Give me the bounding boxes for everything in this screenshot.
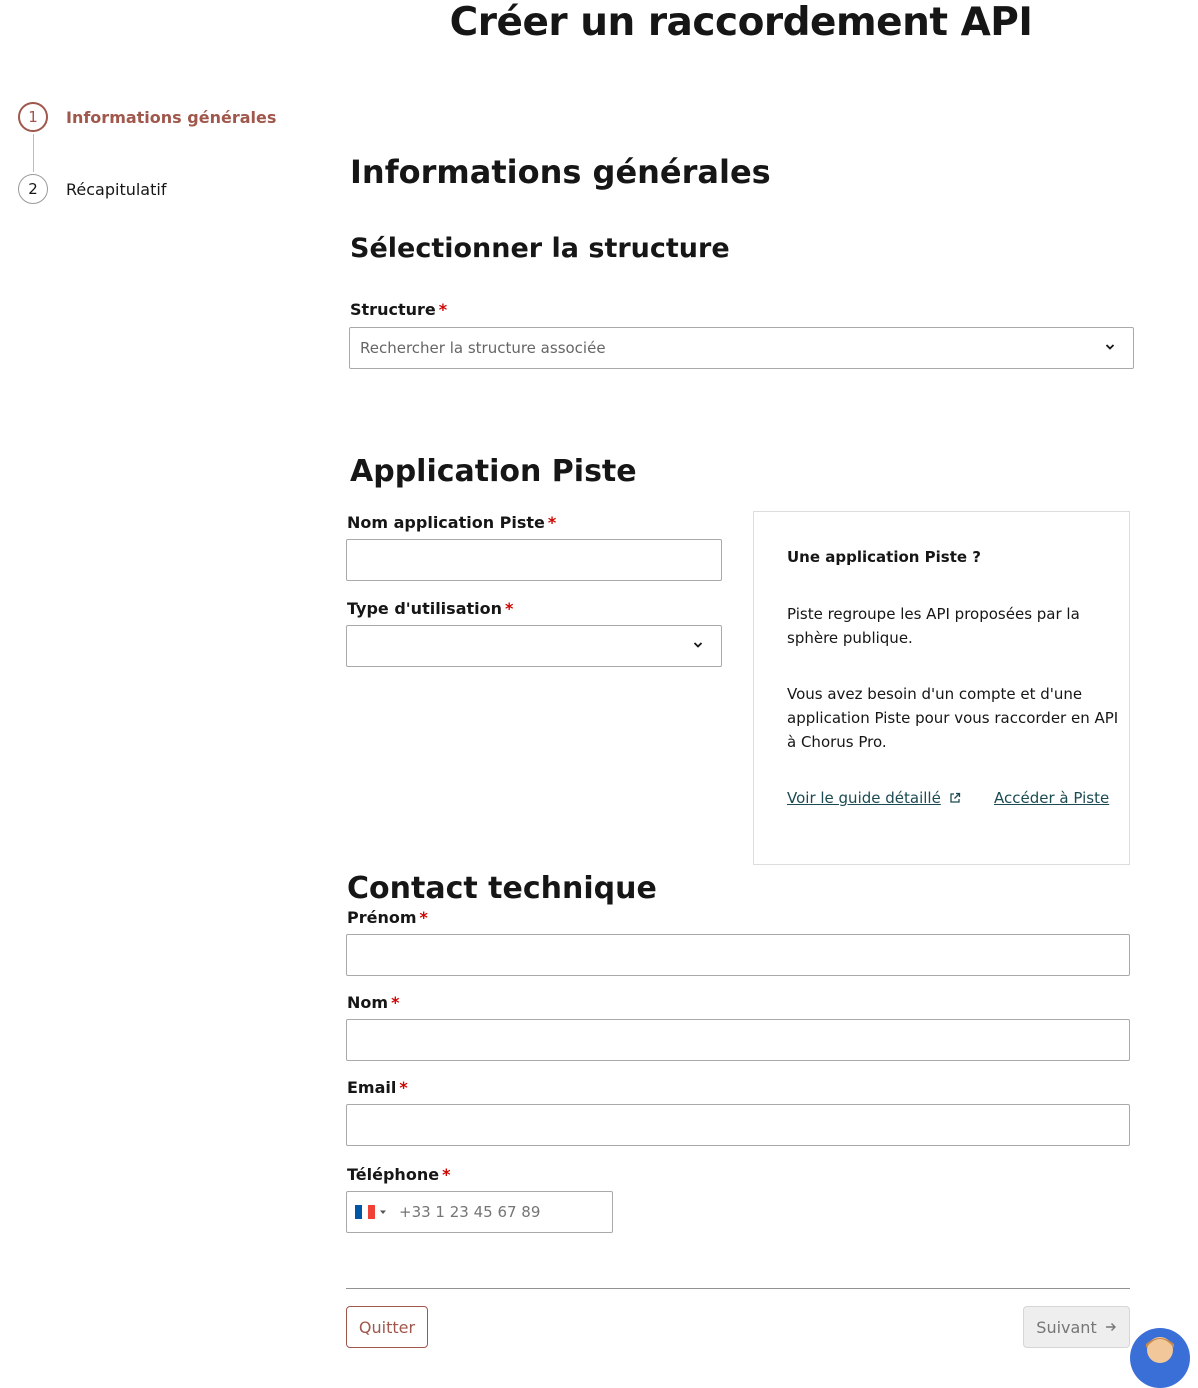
step-2-label[interactable]: Récapitulatif xyxy=(66,180,166,199)
email-input[interactable] xyxy=(346,1104,1130,1146)
france-flag-icon xyxy=(355,1205,376,1219)
required-marker: * xyxy=(399,1078,408,1097)
phone-input[interactable] xyxy=(391,1193,617,1231)
external-link-icon xyxy=(950,792,961,803)
app-name-label-text: Nom application Piste xyxy=(347,513,545,532)
usage-type-select[interactable] xyxy=(346,625,722,667)
caret-down-icon xyxy=(380,1210,386,1214)
piste-link-text[interactable]: Accéder à Piste xyxy=(994,789,1109,807)
arrow-right-icon xyxy=(1105,1323,1116,1331)
piste-link[interactable]: Accéder à Piste xyxy=(994,786,1109,810)
page-title: Créer un raccordement API xyxy=(449,0,1033,45)
contact-section-title: Contact technique xyxy=(347,871,657,906)
required-marker: * xyxy=(438,300,448,319)
required-marker: * xyxy=(505,599,514,618)
structure-label: Structure * xyxy=(350,300,447,319)
firstname-label-text: Prénom xyxy=(347,908,417,927)
chevron-down-icon xyxy=(693,642,703,648)
piste-section-title: Application Piste xyxy=(350,454,637,489)
phone-label-text: Téléphone xyxy=(347,1165,440,1184)
step-1-number[interactable]: 1 xyxy=(18,102,48,132)
main-heading: Informations générales xyxy=(350,153,771,191)
step-2-number[interactable]: 2 xyxy=(18,174,48,204)
required-marker: * xyxy=(442,1165,451,1184)
footer-divider xyxy=(346,1288,1130,1289)
info-box-title: Une application Piste ? xyxy=(787,548,981,566)
info-box-paragraph-1: Piste regroupe les API proposées par la … xyxy=(787,605,1080,647)
structure-section-title: Sélectionner la structure xyxy=(350,233,730,264)
structure-select[interactable]: Rechercher la structure associée xyxy=(349,327,1134,369)
next-button-label: Suivant xyxy=(1036,1317,1097,1337)
required-marker: * xyxy=(419,908,428,927)
app-name-label: Nom application Piste * xyxy=(347,513,556,532)
info-box-paragraph-2: Vous avez besoin d'un compte et d'une ap… xyxy=(787,685,1119,751)
chevron-down-icon xyxy=(1105,344,1115,350)
step-1-label[interactable]: Informations générales xyxy=(66,108,276,127)
next-button[interactable]: Suivant xyxy=(1023,1306,1130,1348)
stepper-connector xyxy=(33,134,34,172)
lastname-label-text: Nom xyxy=(347,993,389,1012)
quit-button[interactable]: Quitter xyxy=(346,1306,428,1348)
required-marker: * xyxy=(391,993,400,1012)
structure-label-text: Structure xyxy=(350,300,436,319)
email-label: Email * xyxy=(347,1078,408,1097)
usage-type-label-text: Type d'utilisation xyxy=(347,599,502,618)
phone-country-select[interactable] xyxy=(355,1205,386,1219)
email-label-text: Email xyxy=(347,1078,397,1097)
guide-link-text[interactable]: Voir le guide détaillé xyxy=(787,789,941,807)
lastname-label: Nom * xyxy=(347,993,399,1012)
firstname-label: Prénom * xyxy=(347,908,428,927)
phone-field xyxy=(346,1191,617,1233)
assistant-avatar[interactable] xyxy=(1130,1328,1190,1388)
guide-link[interactable]: Voir le guide détaillé xyxy=(787,786,967,810)
usage-type-label: Type d'utilisation * xyxy=(347,599,513,618)
structure-select-placeholder: Rechercher la structure associée xyxy=(360,339,606,357)
required-marker: * xyxy=(547,513,557,532)
piste-info-box: Une application Piste ? Piste regroupe l… xyxy=(753,511,1130,865)
phone-label: Téléphone * xyxy=(347,1165,450,1184)
assistant-face-icon xyxy=(1146,1337,1174,1363)
app-name-input[interactable] xyxy=(346,539,722,581)
firstname-input[interactable] xyxy=(346,934,1130,976)
lastname-input[interactable] xyxy=(346,1019,1130,1061)
